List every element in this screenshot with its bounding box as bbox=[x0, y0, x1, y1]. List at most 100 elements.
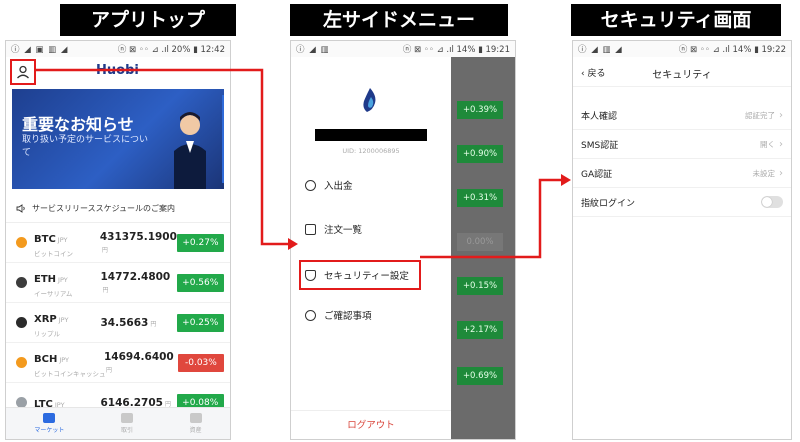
banner-next-edge bbox=[222, 95, 224, 183]
coin-transfer-icon bbox=[305, 179, 316, 191]
coin-price: 34.5663 円 bbox=[101, 317, 177, 329]
security-highlight-box bbox=[299, 260, 421, 290]
coin-change-badge: +0.25% bbox=[176, 313, 224, 332]
dim-change-badge: +0.15% bbox=[457, 277, 503, 295]
fingerprint-toggle[interactable] bbox=[761, 196, 783, 208]
status-icons-right: ⓝ ⊠ ◦◦ ⊿ .ıl 20% ▮ 12:42 bbox=[117, 45, 225, 55]
price-unit: 円 bbox=[150, 320, 157, 328]
dim-change-badge: +0.31% bbox=[457, 189, 503, 207]
coin-names: BCH JPY ビットコインキャッシュ bbox=[34, 347, 106, 378]
coin-quote: JPY bbox=[59, 356, 70, 364]
dim-change-badge: +0.39% bbox=[457, 101, 503, 119]
menu-label: 入出金 bbox=[324, 181, 353, 192]
status-icons-left: ⓘ ◢ ▥ bbox=[296, 45, 330, 55]
support-person-icon bbox=[174, 112, 206, 189]
banner-title: 重要なお知らせ bbox=[22, 115, 134, 134]
coin-row-btc[interactable]: BTC JPY ビットコイン 431375.1900 円 +0.27% bbox=[6, 223, 230, 263]
dimmed-market-list[interactable]: +0.39% +0.90% +0.31% 0.00% +0.15% +2.17%… bbox=[451, 57, 515, 439]
dim-change-badge: +2.17% bbox=[457, 321, 503, 339]
huobi-logo: Huobi bbox=[96, 63, 139, 78]
row-label: 本人確認 bbox=[581, 111, 618, 122]
status-bar: ⓘ ◢ ▥ ◢ ⓝ ⊠ ◦◦ ⊿ .ıl 14% ▮ 19:22 bbox=[573, 41, 791, 57]
eth-coin-icon bbox=[16, 277, 27, 288]
phone-side-menu: ⓘ ◢ ▥ ⓝ ⊠ ◦◦ ⊿ .ıl 14% ▮ 19:21 +0.39% +0… bbox=[290, 40, 516, 440]
nav-assets[interactable]: 資産 bbox=[189, 413, 202, 434]
coin-jp-name: ビットコインキャッシュ bbox=[34, 370, 106, 378]
row-fingerprint-login: 指紋ログイン bbox=[573, 188, 791, 217]
coin-change-badge: -0.03% bbox=[177, 353, 224, 372]
chevron-right-icon: › bbox=[779, 167, 783, 179]
row-label: SMS認証 bbox=[581, 140, 619, 151]
nav-market[interactable]: マーケット bbox=[34, 413, 64, 434]
coin-names: ETH JPY イーサリアム bbox=[34, 267, 101, 298]
row-label: GA認証 bbox=[581, 169, 613, 180]
panel-title-security: セキュリティ画面 bbox=[571, 4, 781, 36]
chevron-right-icon: › bbox=[779, 138, 783, 150]
price-value: 14694.6400 bbox=[104, 350, 174, 363]
coin-price: 14694.6400 円 bbox=[104, 351, 178, 375]
coin-names: BTC JPY ビットコイン bbox=[34, 227, 100, 258]
user-icon-button[interactable] bbox=[10, 59, 36, 85]
menu-confirmations[interactable]: ご確認事項 bbox=[305, 303, 372, 327]
coin-symbol: ETH bbox=[34, 274, 57, 285]
bch-coin-icon bbox=[16, 357, 27, 368]
trade-icon bbox=[120, 413, 133, 423]
panel-title-side-menu: 左サイドメニュー bbox=[290, 4, 508, 36]
price-value: 34.5663 bbox=[100, 316, 149, 329]
notice-text: サービスリリーススケジュールのご案内 bbox=[32, 204, 176, 213]
coin-jp-name: ビットコイン bbox=[34, 250, 73, 258]
arrowhead-icon bbox=[561, 174, 571, 186]
coin-jp-name: リップル bbox=[34, 330, 60, 338]
chevron-right-icon: › bbox=[779, 109, 783, 121]
menu-orders[interactable]: 注文一覧 bbox=[305, 217, 362, 241]
nav-label: 資産 bbox=[189, 427, 202, 434]
dim-change-badge: 0.00% bbox=[457, 233, 503, 251]
speaker-icon bbox=[16, 204, 25, 213]
info-icon bbox=[305, 309, 316, 321]
user-icon bbox=[17, 65, 29, 79]
redacted-username bbox=[315, 129, 427, 141]
row-ga-auth[interactable]: GA認証 未設定 › bbox=[573, 159, 791, 188]
coin-price: 14772.4800 円 bbox=[101, 271, 177, 295]
menu-deposit-withdraw[interactable]: 入出金 bbox=[305, 173, 353, 197]
status-bar: ⓘ ◢ ▣ ▥ ◢ ⓝ ⊠ ◦◦ ⊿ .ıl 20% ▮ 12:42 bbox=[6, 41, 230, 57]
coin-list: BTC JPY ビットコイン 431375.1900円 +0.27% ETH JPY… bbox=[6, 223, 230, 423]
phone-security: ⓘ ◢ ▥ ◢ ⓝ ⊠ ◦◦ ⊿ .ıl 14% ▮ 19:22 ‹ 戻る セキ… bbox=[572, 40, 792, 440]
coin-symbol: BCH bbox=[34, 354, 58, 365]
nav-label: 取引 bbox=[120, 427, 133, 434]
logout-button[interactable]: ログアウト bbox=[291, 417, 451, 431]
price-unit: 円 bbox=[102, 286, 109, 294]
row-status: 開く bbox=[760, 139, 775, 149]
status-icons-left: ⓘ ◢ ▣ ▥ ◢ bbox=[11, 45, 69, 55]
notice-bar[interactable]: サービスリリーススケジュールのご案内 bbox=[6, 195, 230, 223]
coin-price: 431375.1900 円 bbox=[100, 231, 177, 255]
status-icons-right: ⓝ ⊠ ◦◦ ⊿ .ıl 14% ▮ 19:21 bbox=[402, 45, 510, 55]
side-drawer: UID: 1200006895 入出金 注文一覧 セキュリティー設定 ご確認事項… bbox=[291, 57, 451, 439]
status-icons-left: ⓘ ◢ ▥ ◢ bbox=[578, 45, 623, 55]
security-header: ‹ 戻る セキュリティ bbox=[573, 57, 791, 87]
banner-subtitle: 取り扱い予定のサービスについて bbox=[22, 135, 149, 158]
page-title: セキュリティ bbox=[652, 70, 712, 81]
coin-names: XRP JPY リップル bbox=[34, 307, 101, 338]
price-unit: 円 bbox=[106, 366, 113, 374]
coin-row-eth[interactable]: ETH JPY イーサリアム 14772.4800 円 +0.56% bbox=[6, 263, 230, 303]
news-banner[interactable]: 重要なお知らせ 取り扱い予定のサービスについて bbox=[12, 89, 224, 189]
nav-trade[interactable]: 取引 bbox=[120, 413, 133, 434]
coin-symbol: BTC bbox=[34, 234, 56, 245]
menu-label: ご確認事項 bbox=[324, 311, 372, 322]
row-status: 未設定 bbox=[752, 168, 776, 178]
nav-label: マーケット bbox=[34, 427, 65, 434]
wallet-icon bbox=[189, 413, 202, 423]
coin-row-bch[interactable]: BCH JPY ビットコインキャッシュ 14694.6400 円 -0.03% bbox=[6, 343, 230, 383]
coin-quote: JPY bbox=[58, 316, 69, 324]
coin-change-badge: +0.27% bbox=[176, 233, 224, 252]
coin-jp-name: イーサリアム bbox=[34, 290, 73, 298]
dim-change-badge: +0.69% bbox=[457, 367, 503, 385]
huobi-flame-icon bbox=[363, 88, 376, 112]
bottom-nav: マーケット 取引 資産 bbox=[6, 407, 230, 439]
status-icons-right: ⓝ ⊠ ◦◦ ⊿ .ıl 14% ▮ 19:22 bbox=[678, 45, 786, 55]
coin-quote: JPY bbox=[57, 236, 68, 244]
row-identity-verification[interactable]: 本人確認 認証完了 › bbox=[573, 101, 791, 130]
coin-row-xrp[interactable]: XRP JPY リップル 34.5663 円 +0.25% bbox=[6, 303, 230, 343]
row-sms-auth[interactable]: SMS認証 開く › bbox=[573, 130, 791, 159]
